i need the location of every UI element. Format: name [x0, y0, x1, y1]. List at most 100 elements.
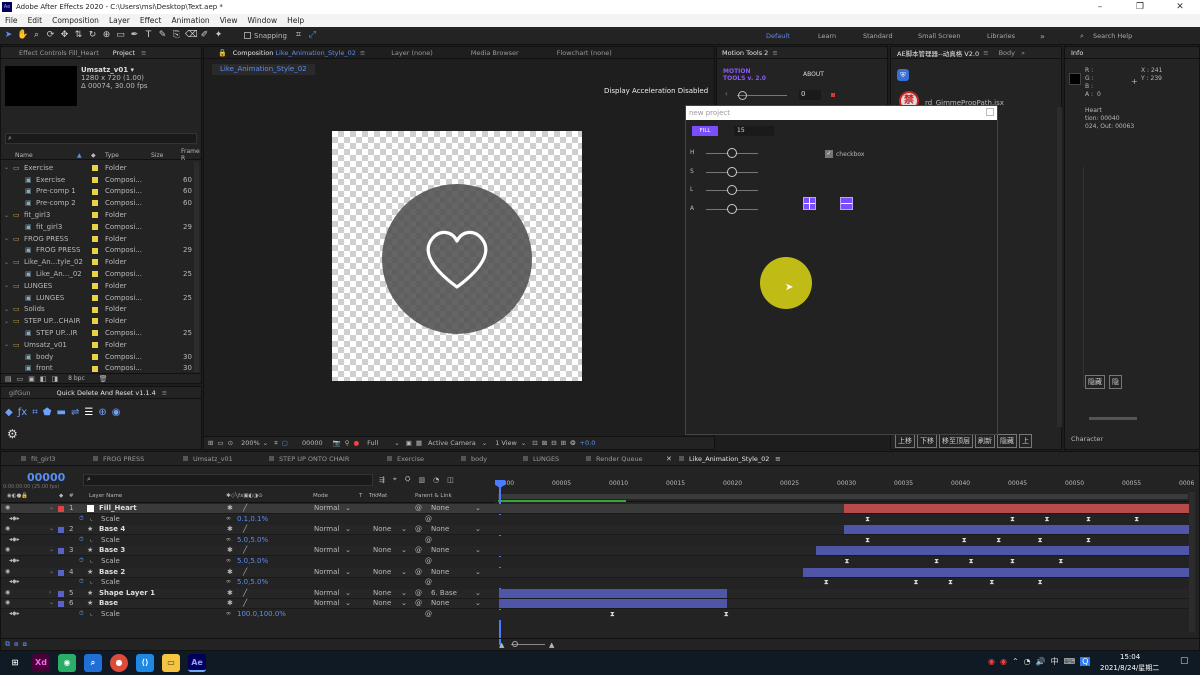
folder-disclosure-icon[interactable]: ⌄ — [4, 235, 9, 242]
tab-effect-controls[interactable]: Effect Controls Fill_Heart — [19, 49, 99, 57]
ae-manager-scrollbar[interactable] — [1057, 107, 1062, 427]
layer-name[interactable]: Shape Layer 1 — [99, 589, 155, 597]
property-row[interactable]: ◂◆▸ ⏱ ⌞ Scale ∞ 5.0,5.0% @ ⧗ ⧗ ⧗ ⧗ ⧗ — [1, 578, 1191, 589]
delete-keyframes-icon[interactable]: ▬ — [57, 407, 66, 418]
views-dropdown-icon[interactable]: ⌄ — [521, 439, 526, 447]
link-icon[interactable]: ∞ — [226, 610, 231, 617]
layer-parent[interactable]: None — [431, 546, 449, 554]
expand-layer-icon[interactable]: ⌄ — [49, 568, 54, 575]
timeline-tab[interactable]: STEP UP ONTO CHAIR — [279, 455, 349, 463]
project-item[interactable]: ⌄ ▭ Like_An...tyle_02 Folder — [1, 256, 193, 268]
expand-layer-icon[interactable]: ⌄ — [49, 525, 54, 532]
timeline-tab[interactable]: Exercise — [397, 455, 424, 463]
col-name[interactable]: Name — [15, 152, 33, 159]
shield-icon[interactable]: ⛨ — [897, 69, 909, 81]
layer-name[interactable]: Base — [99, 599, 118, 607]
visibility-eye-icon[interactable]: ◉ — [5, 504, 10, 511]
comp-flowchart-icon[interactable]: ⇶ — [379, 476, 385, 484]
tab-flowchart[interactable]: Flowchart (none) — [557, 49, 612, 57]
menu-file[interactable]: File — [5, 16, 18, 25]
keyframe-nav-icon[interactable]: ◂◆▸ — [9, 536, 20, 543]
menu-window[interactable]: Window — [248, 16, 278, 25]
quality-switch-icon[interactable]: ╱ — [243, 589, 247, 597]
layer-mode[interactable]: Normal — [314, 589, 339, 597]
comp-lock-icon[interactable]: 🔒 — [218, 49, 227, 57]
delete-all-icon[interactable]: ☰ — [84, 407, 93, 418]
timeline-timecode[interactable]: 00000 — [27, 471, 65, 484]
rotate-tool-icon[interactable]: ↻ — [87, 30, 98, 41]
tray-input-icon[interactable]: ⌨ — [1064, 657, 1076, 666]
tab-body[interactable]: Body — [999, 49, 1015, 57]
expand-layer-icon[interactable]: › — [49, 589, 51, 596]
property-row[interactable]: ◂◆▸ ⏱ ⌞ Scale ∞ 5.0,5.0% @ ⧗ ⧗ ⧗ ⧗ ⧗ — [1, 535, 1191, 546]
layer-label-swatch[interactable] — [58, 506, 64, 512]
label-color-swatch[interactable] — [92, 200, 98, 207]
trkmat-dropdown-icon[interactable]: ⌄ — [401, 599, 407, 607]
col-type[interactable]: Type — [105, 152, 119, 159]
layer-label-swatch[interactable] — [58, 527, 64, 534]
link-icon[interactable]: ∞ — [226, 557, 231, 564]
project-item[interactable]: ▣ body Composi... 30 — [1, 351, 193, 363]
zoom-tool-icon[interactable]: ⌕ — [31, 30, 42, 41]
info-slider[interactable] — [1089, 417, 1137, 420]
tray-ime[interactable]: 中 — [1051, 656, 1059, 667]
selection-tool-icon[interactable]: ➤ — [3, 30, 14, 41]
layer-parent[interactable]: None — [431, 525, 449, 533]
layer-parent[interactable]: None — [431, 568, 449, 576]
keyframe-icon[interactable]: ⧗ — [1038, 536, 1043, 545]
layer-duration-bar[interactable] — [802, 567, 1189, 577]
quality-switch-icon[interactable]: ╱ — [243, 599, 247, 607]
layer-parent[interactable]: 6. Base — [431, 589, 457, 597]
minimize-button[interactable]: – — [1080, 0, 1120, 14]
visibility-eye-icon[interactable]: ◉ — [5, 589, 10, 596]
parent-dropdown-icon[interactable]: ⌄ — [475, 546, 481, 554]
collapse-switch-icon[interactable]: ✱ — [227, 599, 233, 607]
layer-label-swatch[interactable] — [58, 548, 64, 555]
label-color-swatch[interactable] — [92, 212, 98, 219]
region-of-interest-icon[interactable]: ▣ — [406, 439, 412, 447]
graph-icon[interactable]: ⌞ — [90, 515, 93, 522]
eraser-tool-icon[interactable]: ⌫ — [185, 30, 198, 41]
label-color-swatch[interactable] — [92, 330, 98, 337]
parent-dropdown-icon[interactable]: ⌄ — [475, 504, 481, 512]
ae-manager-menu-icon[interactable]: ≡ — [983, 49, 988, 57]
keyframe-nav-icon[interactable]: ◂◆▸ — [9, 557, 20, 564]
visibility-eye-icon[interactable]: ◉ — [5, 568, 10, 575]
wechat-icon[interactable]: ◉ — [58, 654, 76, 672]
manager-button[interactable]: 移至顶层 — [939, 434, 973, 448]
tab-gifgun[interactable]: gifGun — [9, 389, 31, 397]
layer-trkmat[interactable]: None — [373, 546, 391, 554]
parent-dropdown-icon[interactable]: ⌄ — [475, 568, 481, 576]
layer-mode[interactable]: Normal — [314, 525, 339, 533]
tray-q-icon[interactable]: Q — [1080, 657, 1091, 666]
timeline-icon[interactable]: ⊟ — [551, 439, 556, 447]
new-folder-icon[interactable]: ▭ — [17, 375, 24, 383]
tab-quick-delete[interactable]: Quick Delete And Reset v1.1.4 — [57, 389, 156, 397]
slider-l-knob[interactable] — [727, 185, 737, 195]
brush-tool-icon[interactable]: ✎ — [157, 30, 168, 41]
folder-disclosure-icon[interactable]: ⌄ — [4, 318, 9, 325]
col-mode[interactable]: Mode — [313, 493, 328, 499]
label-color-swatch[interactable] — [92, 165, 98, 171]
workspace-standard[interactable]: Standard — [863, 32, 893, 40]
collapse-switch-icon[interactable]: ✱ — [227, 504, 233, 512]
shy-icon[interactable]: ⛭ — [405, 475, 411, 484]
layer-duration-bar[interactable] — [499, 599, 727, 609]
fill-button[interactable]: FILL — [692, 126, 718, 136]
draft-3d-icon[interactable]: ⌖ — [393, 475, 397, 484]
manager-button[interactable]: 上 — [1019, 434, 1032, 448]
timeline-tab[interactable]: Like_Animation_Style_02 — [689, 455, 769, 463]
mask-icon[interactable]: ▢ — [282, 439, 288, 447]
orbit-tool-icon[interactable]: ⟳ — [45, 30, 56, 41]
workspace-small-screen[interactable]: Small Screen — [918, 32, 960, 40]
keyframe-icon[interactable]: ⧗ — [1058, 557, 1063, 566]
keyframe-icon[interactable]: ⧗ — [824, 578, 829, 587]
expand-layer-icon[interactable]: ⌄ — [49, 599, 54, 606]
delete-markers-icon[interactable]: ⇌ — [71, 407, 79, 418]
work-area-bar[interactable] — [498, 494, 1188, 499]
graph-icon[interactable]: ⌞ — [90, 557, 93, 564]
mode-dropdown-icon[interactable]: ⌄ — [345, 546, 351, 554]
motion-tools-menu-icon[interactable]: ≡ — [772, 49, 777, 57]
layer-parent[interactable]: None — [431, 504, 449, 512]
workspace-default[interactable]: Default — [766, 32, 790, 40]
